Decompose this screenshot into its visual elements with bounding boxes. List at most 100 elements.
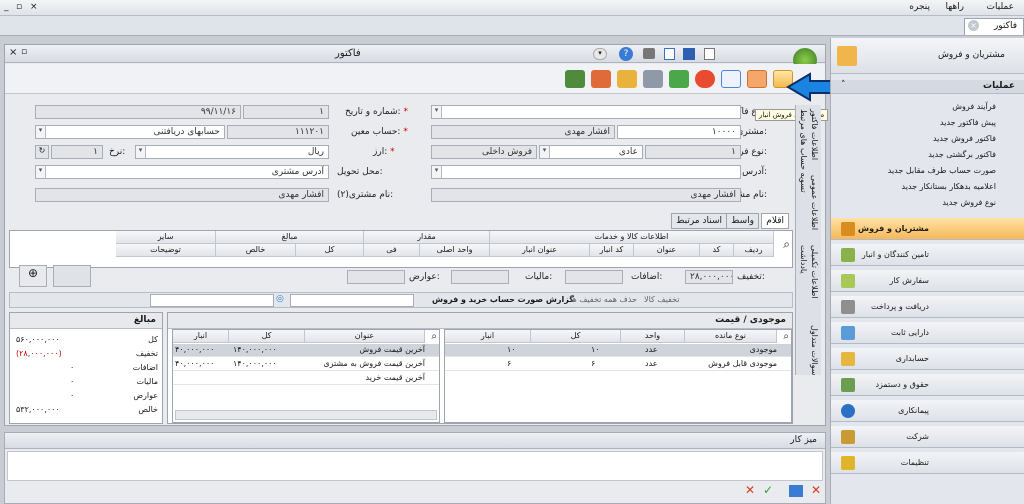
cancel-icon[interactable]: ✕ (745, 483, 755, 497)
stock-row[interactable]: موجودی عدد ۱۰ ۱۰ (445, 344, 791, 357)
grid-icon[interactable] (789, 485, 803, 497)
additions-field[interactable] (565, 270, 623, 284)
number-field[interactable]: ۱ (243, 105, 329, 119)
filter-icon[interactable]: ◎ (276, 294, 284, 304)
module-fixed-assets[interactable]: دارایی ثابت (831, 322, 1024, 344)
action-field-2[interactable] (150, 294, 274, 307)
check-icon[interactable]: ✓ (763, 483, 773, 497)
sale-kind-field[interactable]: فروش داخلی (431, 145, 537, 159)
desk-area[interactable] (7, 451, 823, 481)
col-price-store[interactable]: انبار (173, 330, 229, 343)
print-icon[interactable] (643, 48, 655, 59)
refresh-icon[interactable]: ↻ (35, 145, 49, 159)
restore-button[interactable]: ▫ (16, 2, 22, 12)
module-suppliers[interactable]: تامین کنندگان و انبار (831, 244, 1024, 266)
edit-button[interactable] (721, 70, 741, 88)
dropdown-icon[interactable]: ▾ (593, 48, 607, 60)
price-table[interactable]: ⌕ عنوان کل انبار آخرین قیمت فروش ۱۴۰,۰۰۰… (172, 329, 440, 423)
help-icon[interactable]: ? (619, 47, 633, 61)
col-store-code[interactable]: کد انبار (590, 244, 634, 257)
search-icon[interactable]: ⌕ (783, 331, 789, 342)
zoom-icon[interactable]: ⊕ (19, 265, 47, 287)
close-icon[interactable]: × (9, 47, 17, 58)
currency-field[interactable]: ▾ ریال (135, 145, 329, 159)
price-row[interactable]: آخرین قیمت فروش به مشتری ۱۴۰,۰۰۰,۰۰۰ ۴۰,… (173, 358, 439, 371)
col-unit[interactable]: واحد (621, 330, 685, 343)
op-sales-process[interactable]: فرآیند فروش (952, 102, 996, 111)
col-unit-price[interactable]: فی (364, 244, 420, 257)
cancel-button[interactable] (695, 70, 715, 88)
col-total[interactable]: کل (296, 244, 364, 257)
minimize-button[interactable]: _ (4, 2, 9, 12)
export-button[interactable] (617, 70, 637, 88)
col-store[interactable]: انبار (445, 330, 531, 343)
side-tab-notes[interactable]: یادداشت (799, 245, 808, 274)
customer-code-field[interactable]: ۱۰۰۰۰ (617, 125, 741, 139)
sale-type-code-field[interactable]: ۱ (645, 145, 741, 159)
col-row[interactable]: ردیف (734, 244, 774, 257)
op-new-debit-credit[interactable]: اعلامیه بدهکار بستانکار جدید (902, 182, 996, 191)
module-settings[interactable]: تنظیمات (831, 452, 1024, 474)
delete-button[interactable] (747, 70, 767, 88)
stock-row[interactable]: موجودی قابل فروش عدد ۶ ۶ (445, 358, 791, 371)
module-receipts[interactable]: دریافت و پرداخت (831, 296, 1024, 318)
op-new-sale-type[interactable]: نوع فروش جدید (942, 198, 996, 207)
invoice-type-field[interactable]: ▾ (431, 105, 741, 119)
tab-interface[interactable]: واسط (726, 213, 759, 229)
side-tab-general[interactable]: اطلاعات عمومی (810, 175, 819, 230)
op-new-invoice[interactable]: فاکتور فروش جدید (933, 134, 996, 143)
report-button[interactable]: گزارش صورت حساب خرید و فروش (432, 295, 574, 304)
confirm-button[interactable] (669, 70, 689, 88)
close-icon[interactable]: ✕ (811, 483, 821, 497)
new-icon[interactable] (704, 48, 715, 60)
blank-button[interactable] (53, 265, 91, 287)
module-work-order[interactable]: سفارش کار (831, 270, 1024, 292)
customer2-field[interactable]: افشار مهدی (35, 188, 329, 202)
col-store-title[interactable]: عنوان انبار (490, 244, 590, 257)
search-icon[interactable]: ⌕ (783, 237, 790, 252)
rate-field[interactable]: ۱ (51, 145, 103, 159)
address-field[interactable]: ▾ (431, 165, 741, 179)
side-tab-faq[interactable]: سوالات متداول (810, 325, 819, 376)
horizontal-scrollbar[interactable] (175, 410, 437, 420)
table-button[interactable] (565, 70, 585, 88)
customer-name-field[interactable]: افشار مهدی (431, 125, 615, 139)
module-contracting[interactable]: پیمانکاری (831, 400, 1024, 422)
tab-items[interactable]: اقلام (761, 213, 789, 229)
price-row[interactable]: آخرین قیمت فروش ۱۴۰,۰۰۰,۰۰۰ ۴۰,۰۰۰,۰۰۰ (173, 344, 439, 357)
menu-window[interactable]: پنجره (909, 2, 930, 12)
date-field[interactable]: ۹۹/۱۱/۱۶ (35, 105, 241, 119)
action-field-1[interactable] (290, 294, 414, 307)
module-sales[interactable]: مشتریان و فروش (831, 218, 1024, 240)
search-icon[interactable]: ⌕ (431, 331, 437, 342)
module-accounting[interactable]: حسابداری (831, 348, 1024, 370)
copy-icon[interactable] (664, 48, 675, 60)
tab-invoice[interactable]: × فاکتور (964, 18, 1024, 35)
col-description[interactable]: توضیحات (116, 244, 216, 257)
save-icon[interactable] (683, 48, 695, 60)
items-grid[interactable]: ⌕ اطلاعات کالا و خدمات مقدار مبالغ سایر … (9, 230, 793, 268)
customer-fullname-field[interactable]: افشار مهدی (431, 188, 741, 202)
remove-all-discounts-button[interactable]: حذف همه تخفیف ها (570, 295, 637, 304)
side-tab-extra[interactable]: اطلاعات تکمیلی (810, 245, 819, 299)
item-discount-button[interactable]: تخفیف کالا (644, 295, 679, 304)
collapse-icon[interactable]: ˄ (841, 80, 846, 90)
discount-field[interactable]: ۲۸,۰۰۰,۰۰۰ (685, 270, 733, 284)
module-company[interactable]: شرکت (831, 426, 1024, 448)
col-total[interactable]: کل (531, 330, 621, 343)
print-button[interactable] (643, 70, 663, 88)
stock-table[interactable]: ⌕ نوع مانده واحد کل انبار موجودی عدد ۱۰ … (444, 329, 792, 423)
op-new-statement[interactable]: صورت حساب طرف مقابل جدید (888, 166, 996, 175)
col-code[interactable]: کد (700, 244, 734, 257)
pin-icon[interactable]: ▫ (21, 47, 27, 57)
col-price-title[interactable]: عنوان (305, 330, 425, 343)
side-tab-info[interactable]: اطلاعات فاکتور (810, 109, 819, 160)
col-main-unit[interactable]: واحد اصلی (420, 244, 490, 257)
col-title[interactable]: عنوان (634, 244, 700, 257)
attach-button[interactable] (591, 70, 611, 88)
tax-field[interactable] (451, 270, 509, 284)
side-tab-related[interactable]: تسویه حساب های مرتبط (799, 109, 808, 193)
duties-field[interactable] (347, 270, 405, 284)
delivery-field[interactable]: ▾ آدرس مشتری (35, 165, 329, 179)
tab-related-docs[interactable]: اسناد مرتبط (671, 213, 727, 229)
